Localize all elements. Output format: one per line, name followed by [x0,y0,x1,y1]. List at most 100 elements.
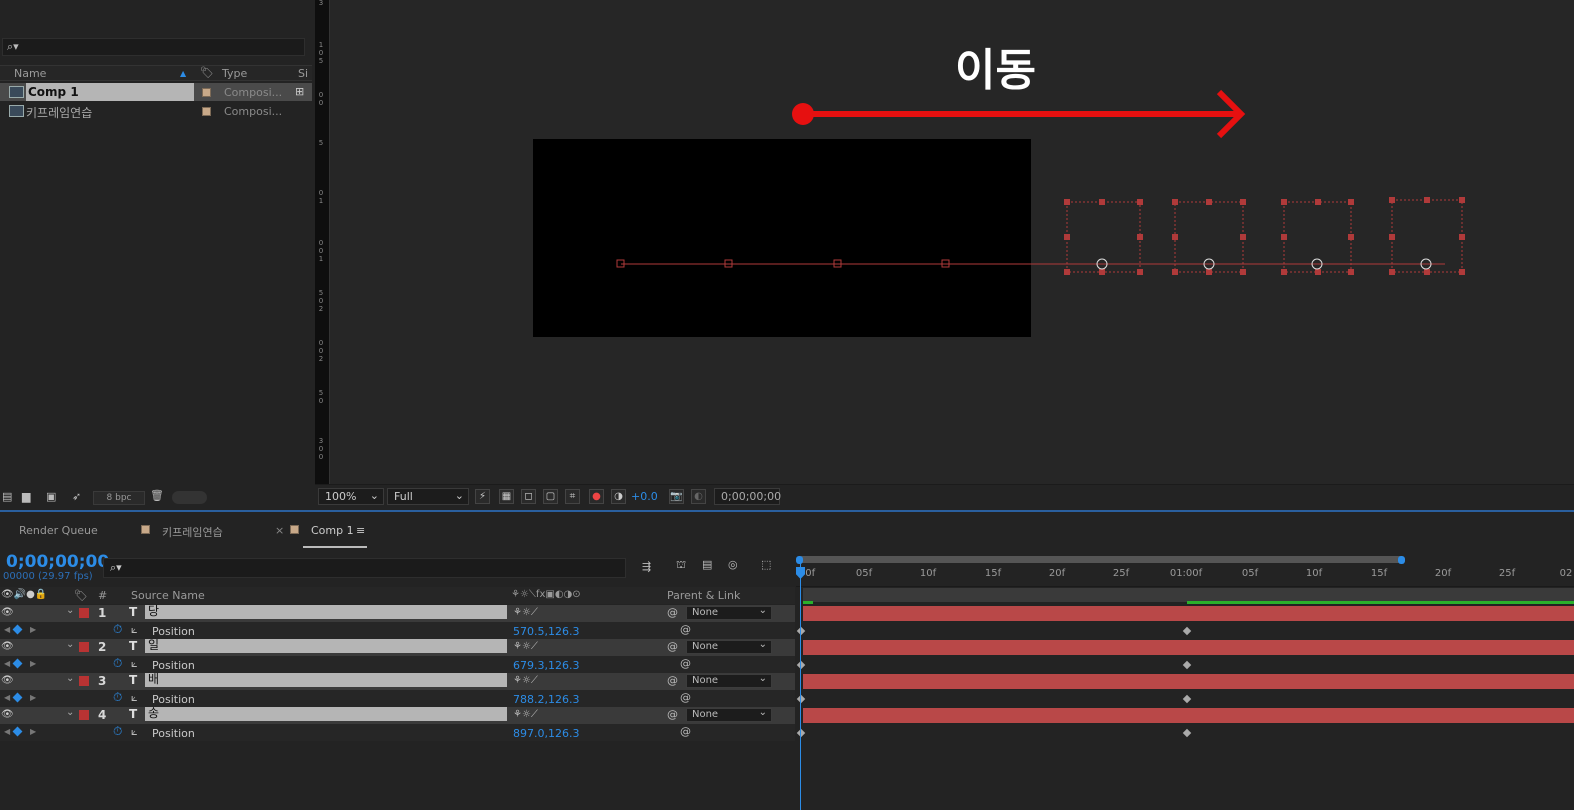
pick-whip-icon[interactable]: @ [667,606,678,619]
layer-bar-2[interactable] [803,640,1574,655]
stopwatch-icon[interactable]: ⏱ [113,622,122,637]
prev-keyframe-icon[interactable]: ◀ [4,693,10,702]
project-item-comp1[interactable]: Comp 1 Composi... ⊞ [0,83,312,101]
project-search-input[interactable]: ⌕▾ [2,38,305,56]
position-value[interactable]: 788.2,126.3 [513,693,579,706]
eye-icon[interactable]: 👁 [1,675,14,686]
layer-switches[interactable]: ⚘☼⟋ [513,709,538,720]
property-row-position-3[interactable]: ◀ ▶ ⏱ ⟀ Position 788.2,126.3 @ [0,690,795,707]
stopwatch-icon[interactable]: ⏱ [113,724,122,739]
viewer-timecode[interactable]: 0;00;00;00 [714,488,781,505]
layer-row-3[interactable]: 👁 ⌄ 3 T 배 ⚘☼⟋ @ None ⌄ [0,673,795,690]
parent-select[interactable]: None ⌄ [686,673,772,688]
layer-name[interactable]: 배 [145,673,507,687]
layer-name[interactable]: 일 [145,639,507,653]
position-value[interactable]: 897.0,126.3 [513,727,579,740]
tab-comp1[interactable]: Comp 1 [311,524,354,537]
dynamic-link-icon[interactable]: ➶ [72,490,81,503]
layer-switches[interactable]: ⚘☼⟋ [513,607,538,618]
resolution-select[interactable]: Full ⌄ [387,488,469,505]
graph-icon[interactable]: ⟀ [131,657,138,671]
layer-bar-1[interactable] [803,606,1574,621]
label-tag-icon[interactable]: 🏷 [200,66,214,79]
position-value[interactable]: 570.5,126.3 [513,625,579,638]
draft-3d-icon[interactable]: ⛫ [676,558,686,573]
chevron-down-icon[interactable]: ⌄ [66,707,74,718]
layer-row-4[interactable]: 👁 ⌄ 4 T 송 ⚘☼⟋ @ None ⌄ [0,707,795,724]
tab-keyframe-practice[interactable]: 키프레임연습 [162,524,223,540]
eye-icon[interactable]: 👁 [1,641,14,652]
label-swatch[interactable] [202,107,211,116]
region-of-interest-icon[interactable]: ▢ [543,489,558,504]
flowchart-icon[interactable]: ⊞ [295,85,304,98]
grid-guides-icon[interactable]: ⌗ [565,489,580,504]
prev-keyframe-icon[interactable]: ◀ [4,659,10,668]
pick-whip-icon[interactable]: @ [680,691,691,704]
snapshot-camera-icon[interactable]: 📷 [669,489,684,504]
add-keyframe-icon[interactable] [12,658,23,669]
column-parent-link[interactable]: Parent & Link [667,589,740,602]
stopwatch-icon[interactable]: ⏱ [113,656,122,671]
layer-row-2[interactable]: 👁 ⌄ 2 T 일 ⚘☼⟋ @ None ⌄ [0,639,795,656]
color-management-icon[interactable]: ◑ [611,489,626,504]
chevron-down-icon[interactable]: ⌄ [66,605,74,616]
pick-whip-icon[interactable]: @ [667,708,678,721]
thumbnail-slider[interactable] [172,491,207,504]
tab-render-queue[interactable]: Render Queue [19,524,98,537]
eye-icon[interactable]: 👁 [1,709,14,720]
frame-blending-icon[interactable]: ▤ [702,558,712,571]
add-keyframe-icon[interactable] [12,692,23,703]
eye-icon[interactable]: 👁 [1,607,14,618]
column-size[interactable]: Si [298,67,308,80]
graph-icon[interactable]: ⟀ [131,691,138,705]
pick-whip-icon[interactable]: @ [667,640,678,653]
interpret-footage-icon[interactable]: ▤ [2,490,12,503]
trash-icon[interactable]: 🗑 [150,489,164,502]
column-name[interactable]: Name [14,67,46,80]
time-ruler[interactable]: 00f 05f 10f 15f 20f 25f 01:00f 05f 10f 1… [796,565,1574,587]
close-tab-icon[interactable]: × [275,524,284,537]
pick-whip-icon[interactable]: @ [680,725,691,738]
work-area-end-handle[interactable] [1398,556,1405,564]
column-type[interactable]: Type [222,67,247,80]
project-item-keyframe-practice[interactable]: 키프레임연습 Composi... [0,102,312,120]
parent-select[interactable]: None ⌄ [686,605,772,620]
next-keyframe-icon[interactable]: ▶ [30,659,36,668]
add-keyframe-icon[interactable] [12,624,23,635]
tab-menu-icon[interactable]: ≡ [356,524,365,537]
layer-label-color[interactable] [79,676,89,686]
show-snapshot-icon[interactable]: ◐ [691,489,706,504]
chevron-down-icon[interactable]: ⌄ [66,673,74,684]
pick-whip-icon[interactable]: @ [680,657,691,670]
add-keyframe-icon[interactable] [12,726,23,737]
graph-icon[interactable]: ⟀ [131,623,138,637]
timeline-search-input[interactable]: ⌕▾ [103,558,626,578]
position-value[interactable]: 679.3,126.3 [513,659,579,672]
parent-select[interactable]: None ⌄ [686,707,772,722]
layer-switches[interactable]: ⚘☼⟋ [513,675,538,686]
next-keyframe-icon[interactable]: ▶ [30,693,36,702]
prev-keyframe-icon[interactable]: ◀ [4,727,10,736]
layer-bar-4[interactable] [803,708,1574,723]
current-time-display[interactable]: 0;00;00;00 [6,552,109,572]
column-source-name[interactable]: Source Name [131,589,205,602]
layer-name[interactable]: 당 [145,605,507,619]
layer-name[interactable]: 송 [145,707,507,721]
property-row-position-1[interactable]: ◀ ▶ ⏱ ⟀ Position 570.5,126.3 @ [0,622,795,639]
label-swatch[interactable] [202,88,211,97]
motion-blur-icon[interactable]: ◎ [728,558,738,571]
chevron-down-icon[interactable]: ⌄ [66,639,74,650]
layer-row-1[interactable]: 👁 ⌄ 1 T 당 ⚘☼⟋ @ None ⌄ [0,605,795,622]
layer-label-color[interactable] [79,608,89,618]
layer-label-color[interactable] [79,710,89,720]
zoom-select[interactable]: 100% ⌄ [318,488,384,505]
property-row-position-2[interactable]: ◀ ▶ ⏱ ⟀ Position 679.3,126.3 @ [0,656,795,673]
graph-editor-icon[interactable]: ⬚ [761,558,771,571]
work-area-bar[interactable] [799,556,1403,563]
mask-visibility-icon[interactable]: ◻ [521,489,536,504]
prev-keyframe-icon[interactable]: ◀ [4,625,10,634]
current-time-indicator[interactable] [800,560,801,810]
composition-mini-flowchart-icon[interactable]: ⇶ [642,560,651,573]
channel-icon[interactable]: ● [589,489,604,504]
next-keyframe-icon[interactable]: ▶ [30,727,36,736]
